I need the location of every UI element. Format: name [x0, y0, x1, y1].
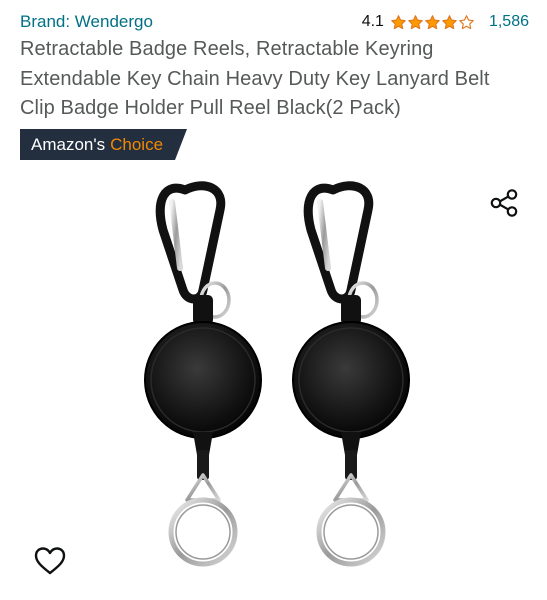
share-icon[interactable] — [488, 187, 520, 219]
star-icon — [442, 14, 457, 29]
product-header-row: Brand: Wendergo 4.1 1,586 — [20, 10, 529, 34]
badge-body: Amazon's Choice — [20, 129, 176, 160]
star-rating — [390, 14, 475, 31]
star-icon — [408, 14, 423, 29]
badge-highlight: Choice — [110, 134, 164, 154]
product-title: Retractable Badge Reels, Retractable Key… — [20, 38, 490, 119]
amazons-choice-badge: Amazon's Choice — [20, 129, 188, 160]
badge-tail — [175, 129, 188, 160]
rating-value: 4.1 — [361, 13, 384, 30]
product-image[interactable] — [125, 170, 425, 595]
badge-prefix: Amazon's — [31, 134, 106, 154]
brand-link[interactable]: Brand: Wendergo — [20, 12, 153, 32]
review-count-link[interactable]: 1,586 — [489, 13, 529, 31]
rating-summary[interactable]: 4.1 1,586 — [362, 13, 529, 31]
star-icon — [425, 14, 440, 29]
star-icon — [459, 14, 474, 29]
star-icon — [391, 14, 406, 29]
heart-icon[interactable] — [33, 544, 67, 578]
